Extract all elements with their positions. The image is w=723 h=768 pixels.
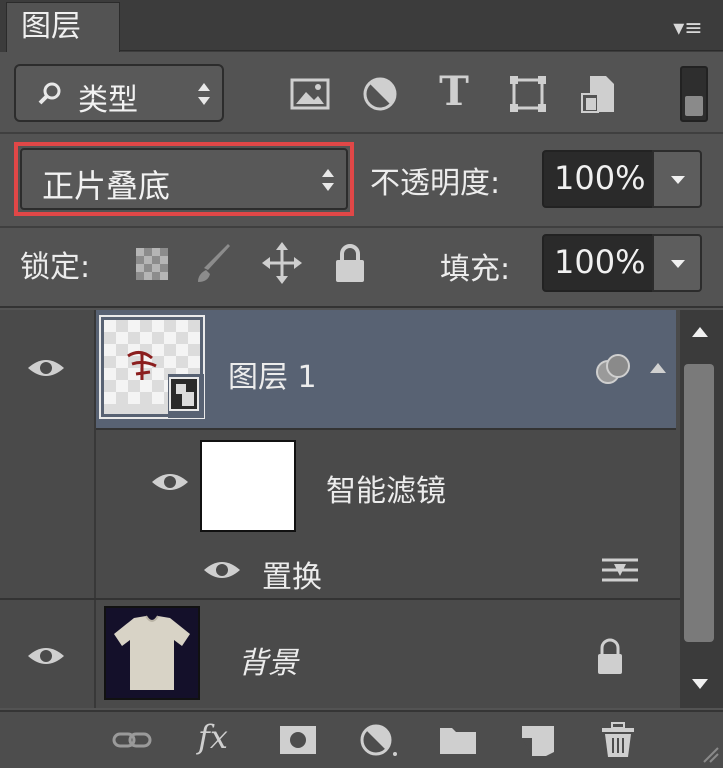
smart-object-filter-icon[interactable] <box>576 72 620 116</box>
blend-mode-select[interactable]: 正片叠底 <box>20 148 348 210</box>
fill-input[interactable]: 100% <box>542 234 654 292</box>
opacity-dropdown-button[interactable] <box>652 150 702 208</box>
fill-label: 填充: <box>440 252 511 287</box>
eye-icon[interactable] <box>150 470 190 494</box>
lock-transparent-icon[interactable] <box>132 240 172 286</box>
eye-icon[interactable] <box>26 644 66 668</box>
panel-menu-icon[interactable]: ▾≡ <box>664 14 712 44</box>
lock-label: 锁定: <box>20 250 91 285</box>
smart-filters-label[interactable]: 智能滤镜 <box>326 466 446 510</box>
new-group-icon[interactable] <box>438 722 478 758</box>
adjustment-filter-icon[interactable] <box>358 72 402 116</box>
smart-filter-icon <box>596 354 630 384</box>
layer-name[interactable]: 图层 1 <box>228 352 317 396</box>
lock-position-icon[interactable] <box>262 240 302 286</box>
up-down-arrows-icon <box>322 169 334 191</box>
lock-icon <box>598 638 622 674</box>
tab-strip <box>120 0 723 51</box>
delete-icon[interactable] <box>598 722 638 758</box>
fill-dropdown-button[interactable] <box>652 234 702 292</box>
divider <box>0 226 723 228</box>
divider <box>0 132 723 134</box>
type-filter-icon[interactable]: T <box>432 68 476 118</box>
link-layers-icon[interactable] <box>112 722 152 758</box>
image-filter-icon[interactable] <box>288 72 332 116</box>
filter-toggle-switch[interactable] <box>680 66 708 122</box>
scrollbar-thumb[interactable] <box>684 364 714 642</box>
new-adjustment-icon[interactable] <box>358 722 398 758</box>
row-divider <box>0 598 680 600</box>
add-mask-icon[interactable] <box>278 722 318 758</box>
opacity-input[interactable]: 100% <box>542 150 654 208</box>
collapse-filters-icon[interactable] <box>648 360 668 376</box>
resize-grip-icon[interactable] <box>700 744 720 764</box>
fx-icon[interactable]: fx <box>198 718 228 756</box>
divider <box>0 306 723 308</box>
tshirt-image <box>114 615 190 690</box>
filter-blending-options-icon[interactable] <box>600 556 640 584</box>
lock-image-icon[interactable] <box>194 240 234 286</box>
shape-filter-icon[interactable] <box>506 72 550 116</box>
opacity-label: 不透明度: <box>370 166 501 201</box>
filter-mask-thumbnail[interactable] <box>200 440 296 532</box>
search-icon <box>38 82 61 105</box>
lock-all-icon[interactable] <box>330 240 370 286</box>
layer-name[interactable]: 背景 <box>238 638 298 682</box>
filter-kind-select[interactable]: 类型 <box>14 64 224 122</box>
blend-mode-value: 正片叠底 <box>42 167 171 205</box>
scroll-down-icon[interactable] <box>690 676 710 692</box>
chevron-down-icon <box>671 260 685 268</box>
filter-kind-label: 类型 <box>78 83 138 118</box>
up-down-arrows-icon <box>198 83 210 105</box>
tab-layers[interactable]: 图层 <box>6 2 120 52</box>
scroll-up-icon[interactable] <box>690 324 710 340</box>
eye-icon[interactable] <box>26 356 66 380</box>
chevron-down-icon <box>671 176 685 184</box>
eye-icon[interactable] <box>202 558 242 582</box>
layer-thumbnail[interactable] <box>98 314 206 420</box>
background-thumbnail[interactable] <box>104 606 200 700</box>
row-divider <box>96 428 676 430</box>
new-layer-icon[interactable] <box>518 722 558 758</box>
filter-name[interactable]: 置换 <box>262 552 322 596</box>
